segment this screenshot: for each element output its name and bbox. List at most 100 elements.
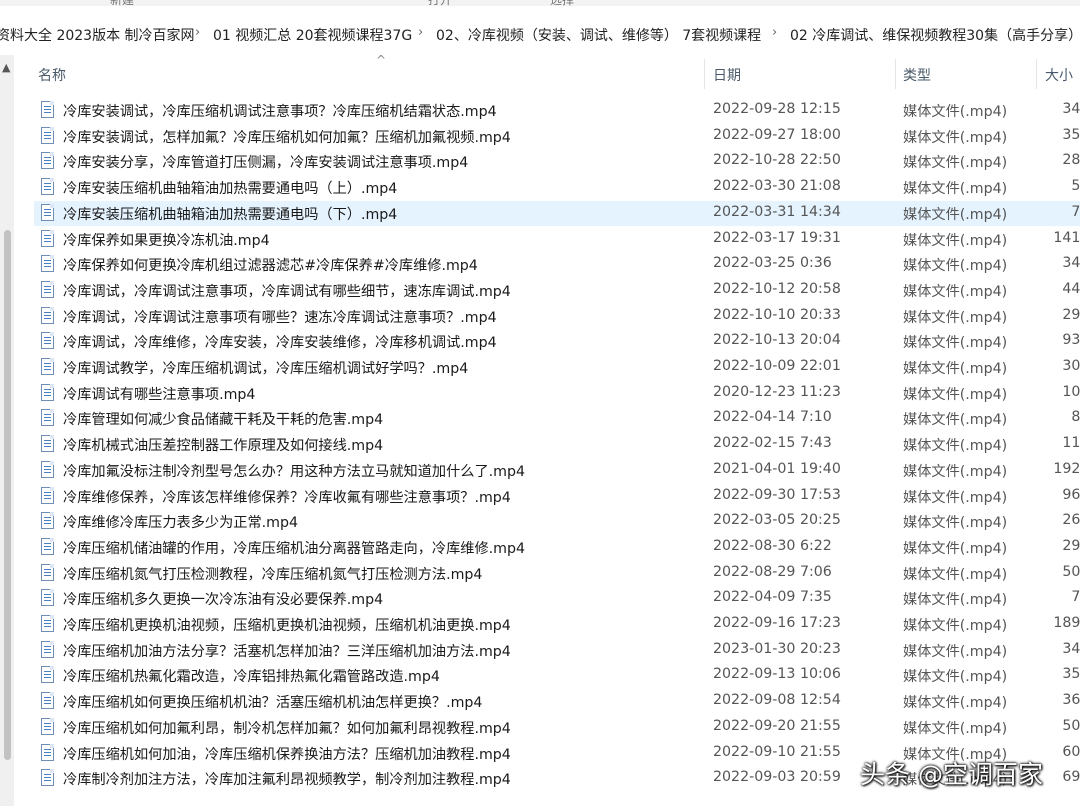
vertical-scrollbar[interactable]: ▲ xyxy=(0,55,14,806)
column-header-size[interactable]: 大小 xyxy=(1045,65,1073,85)
file-date-modified: 2022-03-30 21:08 xyxy=(713,178,841,195)
video-file-icon xyxy=(41,203,54,221)
file-size: 34,8 xyxy=(1062,101,1080,117)
file-row[interactable]: 冷库调试有哪些注意事项.mp4 2020-12-23 11:23 媒体文件(.mp4… xyxy=(34,381,1080,406)
video-file-icon xyxy=(41,769,54,787)
file-row[interactable]: 冷库机械式油压差控制器工作原理及如何接线.mp4 2022-02-15 7:43 媒… xyxy=(34,432,1080,457)
file-size: 8,4 xyxy=(1071,409,1080,426)
video-file-icon xyxy=(41,255,54,273)
breadcrumb-item-coldroom-videos[interactable]: 02、冷库视频（安装、调试、维修等） 7套视频课程 xyxy=(436,25,761,45)
file-name: 冷库加氟没标注制冷剂型号怎么办？用这种方法立马就知道加什么了.mp4 xyxy=(63,463,525,480)
file-date-modified: 2022-03-05 20:25 xyxy=(713,512,841,529)
file-date-modified: 2022-04-14 7:10 xyxy=(713,409,832,426)
file-date-modified: 2022-09-16 17:23 xyxy=(713,615,841,631)
file-date-modified: 2020-12-23 11:23 xyxy=(713,383,841,400)
breadcrumb-separator-icon: › xyxy=(418,25,424,40)
file-date-modified: 2022-03-17 19:31 xyxy=(713,229,841,246)
breadcrumb-item-video-summary[interactable]: 01 视频汇总 20套视频课程37G xyxy=(213,25,412,45)
file-date-modified: 2022-10-28 22:50 xyxy=(713,152,841,169)
scroll-up-arrow-icon[interactable]: ▲ xyxy=(2,61,10,74)
file-date-modified: 2022-10-13 20:04 xyxy=(713,332,841,349)
file-date-modified: 2022-09-28 12:15 xyxy=(713,101,841,117)
file-date-modified: 2022-09-30 17:53 xyxy=(713,486,841,503)
toolbar-new-label[interactable]: 新建 xyxy=(110,0,134,6)
file-size: 7,3 xyxy=(1071,203,1080,220)
file-type: 媒体文件(.mp4) xyxy=(903,463,1008,480)
video-file-icon xyxy=(41,306,54,324)
breadcrumb-item-root[interactable]: 资料大全 2023版本 制冷百家网 xyxy=(0,25,195,45)
file-row[interactable]: 冷库安装调试，怎样加氟？冷库压缩机如何加氟？压缩机加氟视频.mp4 2022-09… xyxy=(34,124,1080,149)
file-row[interactable]: 冷库保养如果更换冷冻机油.mp4 2022-03-17 19:31 媒体文件(.mp… xyxy=(34,227,1080,252)
file-type: 媒体文件(.mp4) xyxy=(903,669,1008,686)
file-date-modified: 2022-09-27 18:00 xyxy=(713,126,841,143)
file-size: 7,6 xyxy=(1071,589,1080,606)
file-size: 50,4 xyxy=(1062,563,1080,580)
breadcrumb-item-current-folder[interactable]: 02 冷库调试、维保视频教程30集（高手分享） xyxy=(790,25,1080,45)
file-row[interactable]: 冷库加氟没标注制冷剂型号怎么办？用这种方法立马就知道加什么了.mp4 2021-0… xyxy=(34,458,1080,483)
file-name: 冷库压缩机更换机油视频，压缩机更换机油视频，压缩机机油更换.mp4 xyxy=(63,618,511,634)
file-size: 35,1 xyxy=(1062,666,1080,683)
file-row[interactable]: 冷库压缩机氮气打压检测教程，冷库压缩机氮气打压检测方法.mp4 2022-08-2… xyxy=(34,561,1080,586)
file-row[interactable]: 冷库调试，冷库调试注意事项，冷库调试有哪些细节，速冻库调试.mp4 2022-10… xyxy=(34,278,1080,303)
video-file-icon xyxy=(41,717,54,735)
file-name: 冷库制冷剂加注方法，冷库加注氟利昂视频教学，制冷剂加注教程.mp4 xyxy=(63,772,511,789)
file-size: 44,9 xyxy=(1062,280,1080,297)
file-row[interactable]: 冷库压缩机如何加氟利昂，制冷机怎样加氟？如何加氟利昂视教程.mp4 2022-09… xyxy=(34,715,1080,740)
column-divider[interactable] xyxy=(895,59,896,89)
file-type: 媒体文件(.mp4) xyxy=(903,720,1008,737)
file-name: 冷库管理如何减少食品储藏干耗及干耗的危害.mp4 xyxy=(63,412,384,429)
video-file-icon xyxy=(41,178,54,196)
file-name: 冷库调试教学，冷库压缩机调试，冷库压缩机调试好学吗？.mp4 xyxy=(63,361,469,377)
toolbar-select-label[interactable]: 选择 xyxy=(550,0,574,6)
file-name: 冷库安装压缩机曲轴箱油加热需要通电吗（下）.mp4 xyxy=(63,206,398,223)
file-row[interactable]: 冷库保养如何更换冷库机组过滤器滤芯#冷库保养#冷库维修.mp4 2022-03-2… xyxy=(34,252,1080,277)
file-name: 冷库调试，冷库调试注意事项有哪些？速冻冷库调试注意事项？.mp4 xyxy=(63,309,497,326)
file-type: 媒体文件(.mp4) xyxy=(903,104,1008,120)
file-row[interactable]: 冷库压缩机热氟化霜改造，冷库铝排热氟化霜管路改造.mp4 2022-09-13 1… xyxy=(34,663,1080,688)
toolbar-open-label[interactable]: 打开 xyxy=(428,0,452,6)
file-name: 冷库压缩机如何加油，冷库压缩机保养换油方法？压缩机加油教程.mp4 xyxy=(63,746,511,763)
column-header-name[interactable]: 名称 xyxy=(38,65,66,85)
file-row[interactable]: 冷库调试，冷库维修，冷库安装，冷库安装维修，冷库移机调试.mp4 2022-10-… xyxy=(34,329,1080,354)
file-row[interactable]: 冷库维修保养，冷库该怎样维修保养？冷库收氟有哪些注意事项？.mp4 2022-09… xyxy=(34,484,1080,509)
column-divider[interactable] xyxy=(1036,59,1037,89)
file-name: 冷库压缩机热氟化霜改造，冷库铝排热氟化霜管路改造.mp4 xyxy=(63,669,440,686)
file-type: 媒体文件(.mp4) xyxy=(903,515,1008,532)
file-size: 141,2 xyxy=(1053,229,1080,246)
column-header-type[interactable]: 类型 xyxy=(903,65,931,85)
file-row[interactable]: 冷库调试，冷库调试注意事项有哪些？速冻冷库调试注意事项？.mp4 2022-10-… xyxy=(34,304,1080,329)
file-type: 媒体文件(.mp4) xyxy=(903,206,1008,223)
file-type: 媒体文件(.mp4) xyxy=(903,489,1008,506)
file-date-modified: 2023-01-30 20:23 xyxy=(713,640,841,657)
file-type: 媒体文件(.mp4) xyxy=(903,258,1008,275)
file-row[interactable]: 冷库管理如何减少食品储藏干耗及干耗的危害.mp4 2022-04-14 7:10 媒… xyxy=(34,406,1080,431)
file-row[interactable]: 冷库压缩机加油方法分享？活塞机怎样加油？三洋压缩机加油方法.mp4 2023-01… xyxy=(34,638,1080,663)
file-type: 媒体文件(.mp4) xyxy=(903,592,1008,609)
file-row[interactable]: 冷库调试教学，冷库压缩机调试，冷库压缩机调试好学吗？.mp4 2022-10-09… xyxy=(34,355,1080,380)
file-row[interactable]: 冷库安装压缩机曲轴箱油加热需要通电吗（上）.mp4 2022-03-30 21:0… xyxy=(34,175,1080,200)
file-size: 192,6 xyxy=(1053,460,1080,477)
file-date-modified: 2022-04-09 7:35 xyxy=(713,589,832,606)
file-date-modified: 2022-03-25 0:36 xyxy=(713,255,832,272)
video-file-icon xyxy=(41,486,54,504)
file-row[interactable]: 冷库安装调试，冷库压缩机调试注意事项？冷库压缩机结霜状态.mp4 2022-09-… xyxy=(34,98,1080,123)
file-row[interactable]: 冷库压缩机更换机油视频，压缩机更换机油视频，压缩机机油更换.mp4 2022-09… xyxy=(34,612,1080,637)
file-type: 媒体文件(.mp4) xyxy=(903,412,1008,429)
file-date-modified: 2022-09-20 21:55 xyxy=(713,717,841,734)
file-row[interactable]: 冷库安装分享，冷库管道打压侧漏，冷库安装调试注意事项.mp4 2022-10-28… xyxy=(34,149,1080,174)
watermark: 头条 @空调百家 xyxy=(860,760,1043,789)
column-header-date[interactable]: 日期 xyxy=(713,65,741,85)
column-divider[interactable] xyxy=(704,59,705,89)
file-row[interactable]: 冷库压缩机多久更换一次冷冻油有没必要保养.mp4 2022-04-09 7:35 媒… xyxy=(34,586,1080,611)
file-size: 5,9 xyxy=(1071,178,1080,195)
file-row[interactable]: 冷库压缩机储油罐的作用，冷库压缩机油分离器管路走向，冷库维修.mp4 2022-0… xyxy=(34,535,1080,560)
file-size: 29,3 xyxy=(1062,306,1080,323)
file-row[interactable]: 冷库安装压缩机曲轴箱油加热需要通电吗（下）.mp4 2022-03-31 14:3… xyxy=(34,200,1080,226)
scrollbar-thumb[interactable] xyxy=(4,230,11,760)
video-file-icon xyxy=(41,409,54,427)
file-row[interactable]: 冷库维修冷库压力表多少为正常.mp4 2022-03-05 20:25 媒体文件(.… xyxy=(34,509,1080,534)
file-type: 媒体文件(.mp4) xyxy=(903,540,1008,557)
video-file-icon xyxy=(41,460,54,478)
file-row[interactable]: 冷库压缩机如何更换压缩机机油？活塞压缩机机油怎样更换？.mp4 2022-09-0… xyxy=(34,689,1080,714)
file-size: 69,2 xyxy=(1062,769,1080,786)
